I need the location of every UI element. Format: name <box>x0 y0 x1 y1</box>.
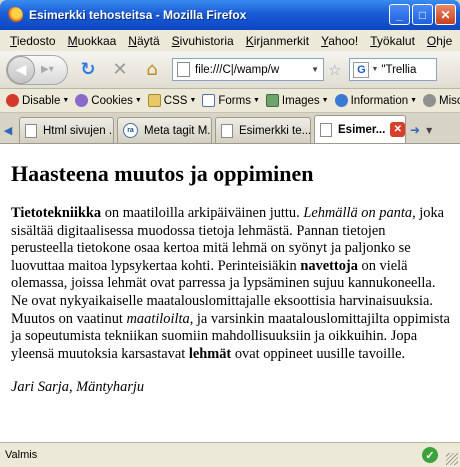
page-icon <box>177 62 190 77</box>
checkmark-icon: ✓ <box>422 447 438 463</box>
google-icon[interactable]: G <box>353 61 370 78</box>
css-icon <box>147 94 161 107</box>
disable-menu[interactable]: Disable ▼ <box>6 94 69 107</box>
images-menu[interactable]: Images ▼ <box>265 94 329 107</box>
url-dropdown-icon[interactable]: ▼ <box>311 65 319 74</box>
tab-bar: ◀ Html sivujen ... ra Meta tagit M... Es… <box>0 113 460 144</box>
status-bar: Valmis ✓ <box>0 442 460 467</box>
menu-file[interactable]: Tiedosto <box>4 34 62 48</box>
window-title: Esimerkki tehosteitsa - Mozilla Firefox <box>29 8 247 22</box>
minimize-button[interactable]: _ <box>389 4 410 25</box>
page-icon <box>320 122 332 137</box>
site-ra-icon: ra <box>123 123 138 138</box>
page-heading: Haasteena muutos ja oppiminen <box>11 161 314 186</box>
forms-menu[interactable]: Forms ▼ <box>202 94 260 107</box>
back-forward-group: ◀ ▶▾ <box>6 54 68 85</box>
search-engine-dropdown-icon[interactable]: ▼ <box>371 66 378 73</box>
article-paragraph: Tietotekniikka on maatiloilla arkipäiväi… <box>11 205 450 362</box>
search-input[interactable]: "Trellia <box>381 64 436 76</box>
css-menu[interactable]: CSS ▼ <box>147 94 196 107</box>
tab-list-dropdown-icon[interactable]: ▼ <box>426 126 432 135</box>
cookies-menu[interactable]: Cookies ▼ <box>75 94 142 107</box>
home-icon[interactable]: ⌂ <box>140 58 164 82</box>
bookmark-star-icon[interactable]: ☆ <box>328 61 341 79</box>
menu-history[interactable]: Sivuhistoria <box>166 34 240 48</box>
menu-tools[interactable]: Työkalut <box>364 34 421 48</box>
title-bar: Esimerkki tehosteitsa - Mozilla Firefox … <box>0 0 460 30</box>
back-button[interactable]: ◀ <box>7 55 35 84</box>
reload-icon[interactable]: ↻ <box>76 58 100 82</box>
tab-esimer-active[interactable]: Esimer... ✕ <box>314 115 406 143</box>
close-tab-icon[interactable]: ✕ <box>390 122 405 137</box>
tab-scroll-left-icon[interactable]: ◀ <box>0 117 16 143</box>
url-bar[interactable]: file:///C|/wamp/w ▼ <box>172 58 324 81</box>
web-developer-toolbar: Disable ▼ Cookies ▼ CSS ▼ Forms ▼ Images ▼ In… <box>0 89 460 113</box>
firefox-icon <box>7 7 23 23</box>
tab-meta-tagit[interactable]: ra Meta tagit M... <box>117 117 212 143</box>
menu-yahoo[interactable]: Yahoo! <box>315 34 364 48</box>
page-icon <box>221 123 233 138</box>
disable-icon <box>6 94 19 107</box>
menu-bar: Tiedosto Muokkaa Näytä Sivuhistoria Kirj… <box>0 30 460 51</box>
page-content: Haasteena muutos ja oppiminen Tietotekni… <box>0 144 460 442</box>
page-icon <box>25 123 37 138</box>
menu-help[interactable]: Ohje <box>421 34 458 48</box>
status-text: Valmis <box>5 449 38 461</box>
signature: Jari Sarja, Mäntyharju <box>11 379 145 396</box>
forward-button[interactable]: ▶▾ <box>41 64 54 75</box>
tab-scroll-right-icon[interactable]: ➜ <box>410 123 420 137</box>
menu-edit[interactable]: Muokkaa <box>62 34 123 48</box>
window-controls: _ □ ✕ <box>389 4 456 25</box>
information-menu[interactable]: Information ▼ <box>334 94 417 107</box>
resize-grip[interactable] <box>446 453 458 465</box>
miscellaneous-icon <box>423 94 437 107</box>
information-icon <box>334 94 348 107</box>
url-text: file:///C|/wamp/w <box>195 63 280 76</box>
tab-html-sivujen[interactable]: Html sivujen ... <box>19 117 114 143</box>
close-window-button[interactable]: ✕ <box>435 4 456 25</box>
forms-icon <box>202 94 216 107</box>
maximize-button[interactable]: □ <box>412 4 433 25</box>
stop-icon[interactable]: ✕ <box>108 58 132 82</box>
tab-bar-right-controls: ➜ ▼ <box>410 117 432 143</box>
images-icon <box>265 94 279 107</box>
menu-bookmarks[interactable]: Kirjanmerkit <box>240 34 315 48</box>
navigation-toolbar: ◀ ▶▾ ↻ ✕ ⌂ file:///C|/wamp/w ▼ ☆ G ▼ "Tr… <box>0 51 460 89</box>
search-bar[interactable]: G ▼ "Trellia <box>349 58 438 81</box>
cookies-icon <box>75 94 89 107</box>
miscellaneous-menu[interactable]: Miscell <box>423 94 460 107</box>
tab-esimerkki-te[interactable]: Esimerkki te... <box>215 117 311 143</box>
menu-view[interactable]: Näytä <box>122 34 165 48</box>
